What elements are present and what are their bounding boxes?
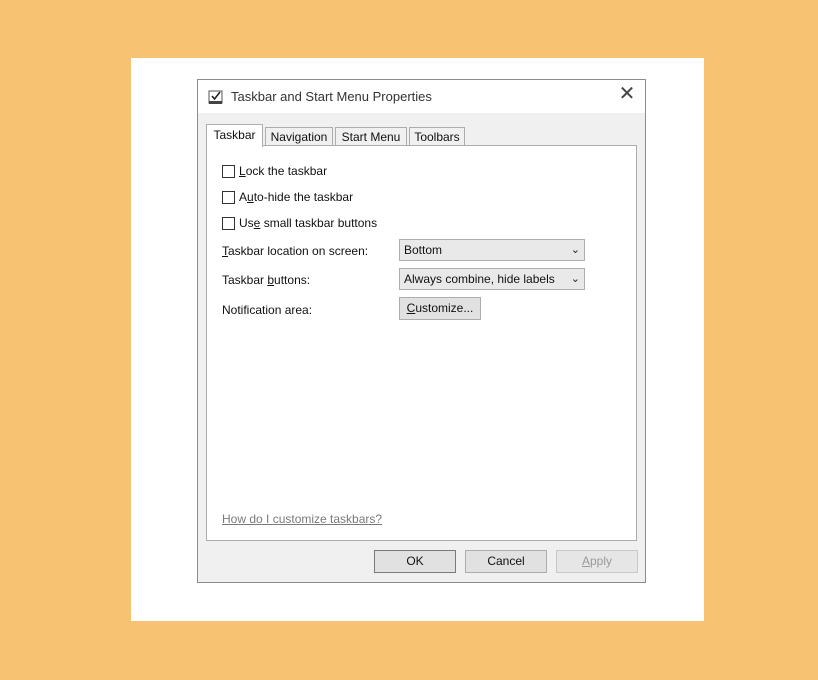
taskbar-location-value: Bottom xyxy=(404,243,443,257)
chevron-down-icon: ⌄ xyxy=(570,273,580,285)
close-button[interactable]: ✕ xyxy=(609,80,645,106)
apply-button[interactable]: Apply xyxy=(556,550,638,573)
ok-button[interactable]: OK xyxy=(374,550,456,573)
small-buttons-label: Use small taskbar buttons xyxy=(239,216,378,230)
chevron-down-icon: ⌄ xyxy=(570,244,580,256)
cancel-button[interactable]: Cancel xyxy=(465,550,547,573)
autohide-taskbar-label: Auto-hide the taskbar xyxy=(239,190,354,204)
lock-taskbar-option[interactable]: Lock the taskbar xyxy=(222,163,327,179)
taskbar-location-select[interactable]: Bottom ⌄ xyxy=(399,239,585,261)
properties-dialog: Taskbar and Start Menu Properties ✕ Task… xyxy=(197,79,646,583)
lock-taskbar-checkbox[interactable] xyxy=(222,164,235,178)
close-icon: ✕ xyxy=(618,82,636,105)
small-buttons-option[interactable]: Use small taskbar buttons xyxy=(222,215,377,231)
tab-navigation[interactable]: Navigation xyxy=(265,127,333,146)
small-buttons-checkbox[interactable] xyxy=(222,216,235,230)
taskbar-properties-icon xyxy=(208,90,223,104)
lock-taskbar-label: Lock the taskbar xyxy=(239,164,328,178)
tab-taskbar[interactable]: Taskbar xyxy=(206,124,263,147)
taskbar-location-label: Taskbar location on screen: xyxy=(222,244,369,258)
title-bar[interactable]: Taskbar and Start Menu Properties ✕ xyxy=(198,80,645,113)
window-title: Taskbar and Start Menu Properties xyxy=(231,89,432,104)
autohide-taskbar-option[interactable]: Auto-hide the taskbar xyxy=(222,189,353,205)
help-link[interactable]: How do I customize taskbars? xyxy=(222,512,382,526)
taskbar-buttons-select[interactable]: Always combine, hide labels ⌄ xyxy=(399,268,585,290)
notification-area-label: Notification area: xyxy=(222,303,313,317)
autohide-taskbar-checkbox[interactable] xyxy=(222,190,235,204)
tab-start-menu[interactable]: Start Menu xyxy=(335,127,407,146)
taskbar-buttons-value: Always combine, hide labels xyxy=(404,272,555,286)
tab-toolbars[interactable]: Toolbars xyxy=(409,127,465,146)
taskbar-tab-panel: Lock the taskbar Auto-hide the taskbar U… xyxy=(206,145,637,541)
customize-button[interactable]: Customize... xyxy=(399,297,481,320)
taskbar-buttons-label: Taskbar buttons: xyxy=(222,273,311,287)
